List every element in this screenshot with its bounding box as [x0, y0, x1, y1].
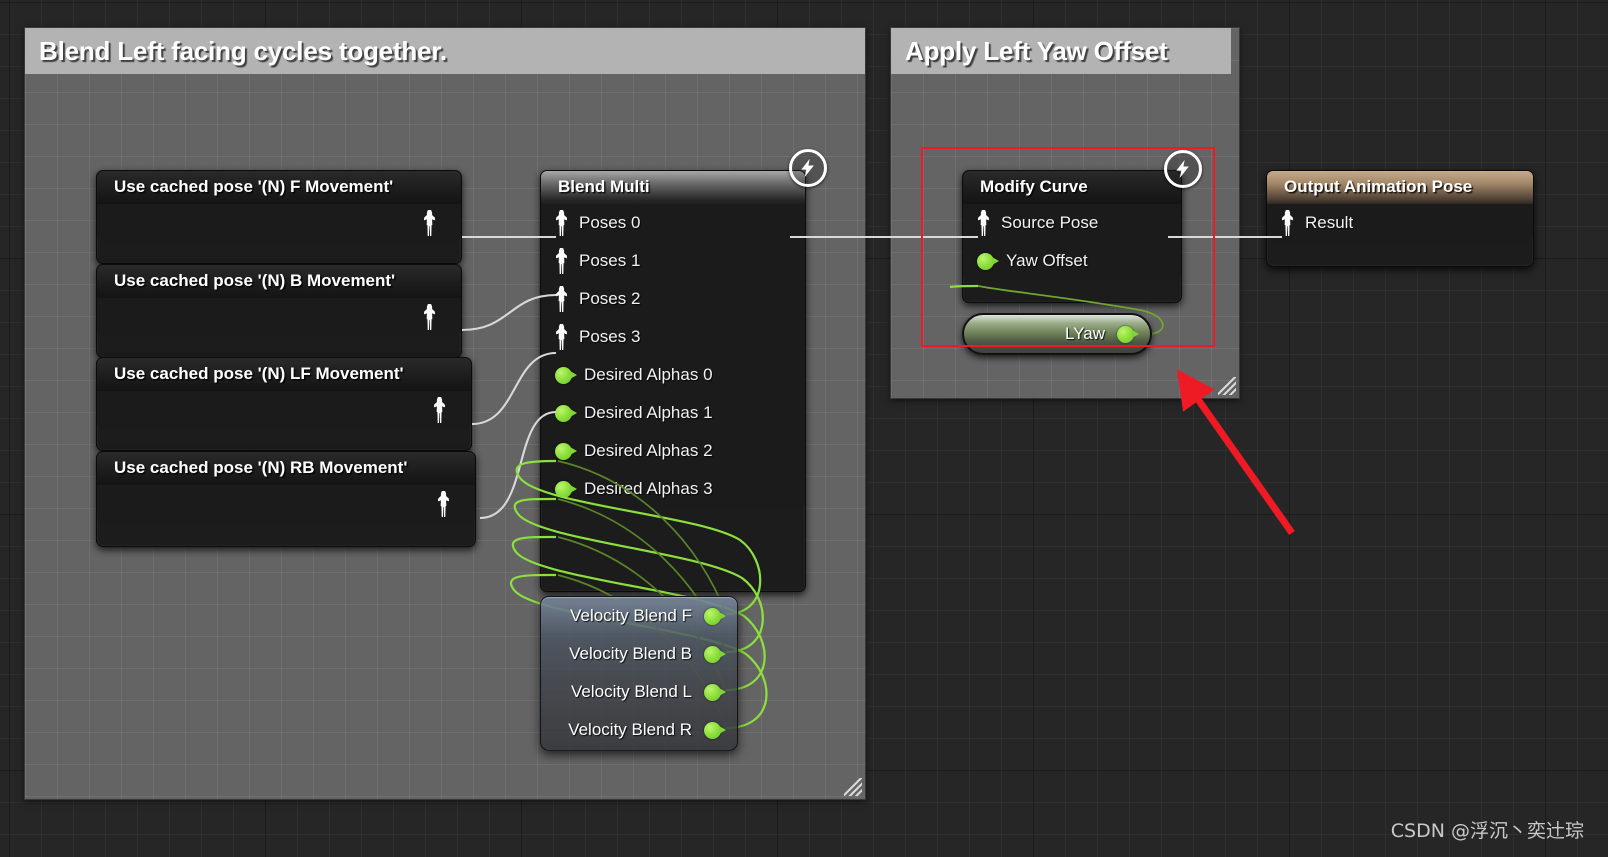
green-circle-pin-icon[interactable] — [704, 683, 726, 701]
node-body: Poses 0 Poses 1 Poses 2 Poses 3 Desired … — [541, 204, 805, 508]
green-circle-pin-icon[interactable] — [555, 480, 577, 498]
pin-label: Poses 1 — [579, 251, 641, 270]
humanoid-pose-pin-icon[interactable] — [424, 304, 435, 330]
green-circle-pin-icon[interactable] — [704, 721, 726, 739]
humanoid-pose-pin-icon[interactable] — [556, 248, 567, 274]
watermark: CSDN @浮沉丶奕辻琮 — [1390, 820, 1584, 842]
pin-row-velocity-blend-f[interactable]: Velocity Blend F — [541, 597, 737, 635]
pin-row-output-pose[interactable] — [97, 204, 461, 242]
pin-label: Desired Alphas 2 — [584, 441, 713, 460]
pin-row-output-pose[interactable] — [97, 485, 475, 523]
node-lyaw-variable[interactable]: LYaw — [962, 313, 1152, 355]
node-body — [97, 298, 461, 336]
node-use-cached-pose-b-movement[interactable]: Use cached pose '(N) B Movement' — [96, 264, 462, 358]
pin-row-output-pose[interactable] — [1156, 210, 1167, 228]
resize-grip-icon[interactable] — [844, 778, 862, 796]
comment-title: Blend Left facing cycles together. — [25, 28, 865, 75]
node-body: Result — [1267, 204, 1533, 242]
green-circle-pin-icon[interactable] — [555, 366, 577, 384]
resize-grip-icon[interactable] — [1218, 377, 1236, 395]
pin-label: Poses 2 — [579, 289, 641, 308]
node-body — [97, 204, 461, 242]
pin-row-desired-alphas-2[interactable]: Desired Alphas 2 — [541, 432, 805, 470]
node-title: Use cached pose '(N) RB Movement' — [97, 452, 475, 485]
humanoid-pose-pin-icon[interactable] — [434, 397, 445, 423]
pin-label: Velocity Blend R — [568, 720, 692, 739]
node-title: Modify Curve — [963, 171, 1181, 204]
pin-label: Poses 0 — [579, 213, 641, 232]
pin-label: Velocity Blend L — [571, 682, 692, 701]
pin-label: LYaw — [1064, 324, 1105, 343]
node-title: Output Animation Pose — [1267, 171, 1533, 204]
pin-row-velocity-blend-r[interactable]: Velocity Blend R — [541, 711, 737, 749]
node-modify-curve[interactable]: Modify Curve Source Pose Yaw Offset — [962, 150, 1202, 303]
pin-row-desired-alphas-0[interactable]: Desired Alphas 0 — [541, 356, 805, 394]
pin-row-output-pose[interactable] — [97, 391, 471, 429]
green-circle-pin-icon[interactable] — [555, 404, 577, 422]
pin-label: Velocity Blend B — [569, 644, 692, 663]
pin-row-velocity-blend-l[interactable]: Velocity Blend L — [541, 673, 737, 711]
pin-row-source-pose[interactable]: Source Pose — [963, 204, 1181, 242]
green-circle-pin-icon[interactable] — [1117, 325, 1139, 343]
pin-row-poses-3[interactable]: Poses 3 — [541, 318, 805, 356]
humanoid-pose-pin-icon[interactable] — [556, 210, 567, 236]
comment-title: Apply Left Yaw Offset — [891, 28, 1231, 75]
graph-canvas[interactable]: Blend Left facing cycles together. Apply… — [0, 0, 1608, 857]
node-output-animation-pose[interactable]: Output Animation Pose Result — [1266, 170, 1534, 267]
pin-row-output-pose[interactable] — [97, 298, 461, 336]
green-circle-pin-icon[interactable] — [977, 252, 999, 270]
pin-label: Yaw Offset — [1006, 251, 1088, 270]
pin-label: Velocity Blend F — [570, 606, 692, 625]
node-title: Use cached pose '(N) LF Movement' — [97, 358, 471, 391]
node-blend-multi[interactable]: Blend Multi Poses 0 Poses 1 Poses 2 Pose… — [540, 149, 827, 592]
node-velocity-blend[interactable]: Velocity Blend F Velocity Blend B Veloci… — [540, 596, 738, 751]
node-title: Blend Multi — [541, 171, 805, 204]
pin-label: Desired Alphas 1 — [584, 403, 713, 422]
green-circle-pin-icon[interactable] — [704, 607, 726, 625]
pin-label: Result — [1305, 213, 1354, 232]
node-use-cached-pose-f-movement[interactable]: Use cached pose '(N) F Movement' — [96, 170, 462, 264]
node-use-cached-pose-rb-movement[interactable]: Use cached pose '(N) RB Movement' — [96, 451, 476, 547]
humanoid-pose-pin-icon[interactable] — [556, 286, 567, 312]
pin-row-poses-2[interactable]: Poses 2 — [541, 280, 805, 318]
pin-row-desired-alphas-1[interactable]: Desired Alphas 1 — [541, 394, 805, 432]
pin-row-yaw-offset[interactable]: Yaw Offset — [963, 242, 1181, 280]
lightning-bolt-icon[interactable] — [789, 149, 827, 187]
pin-row-desired-alphas-3[interactable]: Desired Alphas 3 — [541, 470, 805, 508]
pin-label: Desired Alphas 3 — [584, 479, 713, 498]
humanoid-pose-pin-icon[interactable] — [438, 491, 449, 517]
green-circle-pin-icon[interactable] — [555, 442, 577, 460]
pin-label: Desired Alphas 0 — [584, 365, 713, 384]
humanoid-pose-pin-icon[interactable] — [424, 210, 435, 236]
lightning-bolt-icon[interactable] — [1164, 150, 1202, 188]
pin-label: Poses 3 — [579, 327, 641, 346]
pin-label: Source Pose — [1001, 213, 1099, 232]
humanoid-pose-pin-icon[interactable] — [978, 210, 989, 236]
humanoid-pose-pin-icon[interactable] — [556, 324, 567, 350]
humanoid-pose-pin-icon[interactable] — [1282, 210, 1293, 236]
node-use-cached-pose-lf-movement[interactable]: Use cached pose '(N) LF Movement' — [96, 357, 472, 451]
node-body — [97, 485, 475, 523]
pin-row-poses-1[interactable]: Poses 1 — [541, 242, 805, 280]
node-title: Use cached pose '(N) F Movement' — [97, 171, 461, 204]
green-circle-pin-icon[interactable] — [704, 645, 726, 663]
pin-row-poses-0[interactable]: Poses 0 — [541, 204, 805, 242]
node-body — [97, 391, 471, 429]
pin-row-output-pose[interactable] — [780, 210, 791, 228]
node-body: Source Pose Yaw Offset — [963, 204, 1181, 280]
pin-row-velocity-blend-b[interactable]: Velocity Blend B — [541, 635, 737, 673]
node-title: Use cached pose '(N) B Movement' — [97, 265, 461, 298]
pin-row-result[interactable]: Result — [1267, 204, 1533, 242]
